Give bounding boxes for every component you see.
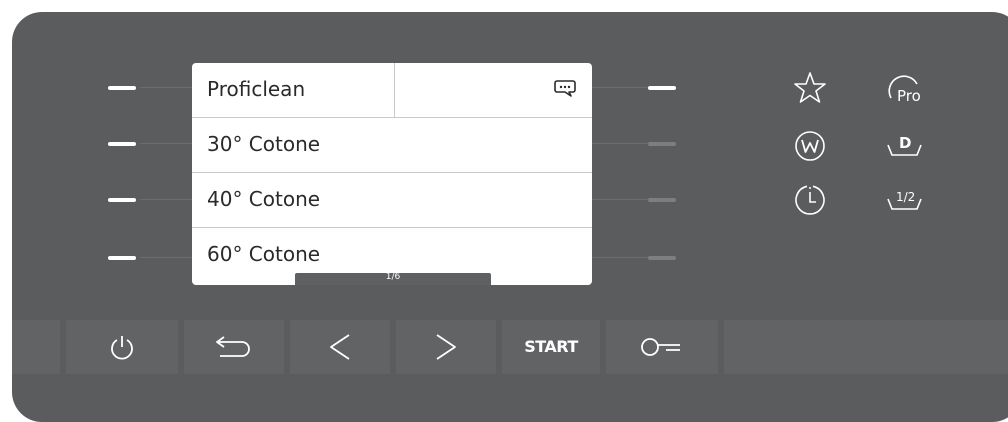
program-row[interactable]: 30° Cotone <box>192 118 592 173</box>
program-label: 30° Cotone <box>207 132 321 156</box>
start-label: START <box>524 337 578 356</box>
pro-icon[interactable]: Pro <box>885 70 935 106</box>
svg-text:D: D <box>899 134 911 152</box>
key-lock-icon <box>641 338 680 356</box>
w-icon[interactable] <box>792 128 828 164</box>
d-icon[interactable]: D <box>885 128 925 164</box>
blank-button-left <box>12 320 60 374</box>
connector-line <box>592 143 648 144</box>
start-button[interactable]: START <box>502 320 600 374</box>
power-icon <box>111 336 133 360</box>
page-indicator: 1/6 <box>385 272 401 282</box>
program-display: Proficlean 30° Cotone 40° Cotone 60° Cot… <box>192 63 592 285</box>
program-label: 40° Cotone <box>207 187 321 211</box>
connector-line <box>140 87 192 88</box>
power-button[interactable] <box>66 320 178 374</box>
back-arrow-icon <box>216 336 250 357</box>
previous-button[interactable] <box>290 320 390 374</box>
next-button[interactable] <box>396 320 496 374</box>
program-label: Proficlean <box>207 77 306 101</box>
back-button[interactable] <box>184 320 284 374</box>
svg-text:Pro: Pro <box>897 87 921 105</box>
left-select-indicator-1[interactable] <box>108 86 136 90</box>
star-icon[interactable] <box>792 70 828 106</box>
left-select-indicator-3[interactable] <box>108 198 136 202</box>
connector-line <box>592 199 648 200</box>
message-icon <box>554 80 576 97</box>
chevron-left-icon <box>330 334 350 360</box>
connector-line <box>592 87 648 88</box>
connector-line <box>140 143 192 144</box>
page-scrollbar: 1/6 <box>295 272 491 285</box>
connector-line <box>140 199 192 200</box>
right-select-indicator-1[interactable] <box>648 86 676 90</box>
program-row[interactable]: Proficlean <box>192 63 592 118</box>
program-row[interactable]: 40° Cotone <box>192 173 592 228</box>
row-divider <box>394 63 395 118</box>
program-label: 60° Cotone <box>207 242 321 266</box>
connector-line <box>140 257 192 258</box>
right-select-indicator-4[interactable] <box>648 256 676 260</box>
chevron-right-icon <box>436 334 456 360</box>
blank-button-right <box>724 320 1008 374</box>
svg-text:1/2: 1/2 <box>896 190 915 204</box>
right-select-indicator-3[interactable] <box>648 198 676 202</box>
left-select-indicator-4[interactable] <box>108 256 136 260</box>
button-bar: START <box>0 320 1008 374</box>
timer-icon[interactable] <box>792 182 828 218</box>
key-lock-button[interactable] <box>606 320 718 374</box>
right-select-indicator-2[interactable] <box>648 142 676 146</box>
left-select-indicator-2[interactable] <box>108 142 136 146</box>
connector-line <box>592 257 648 258</box>
half-load-icon[interactable]: 1/2 <box>885 182 925 218</box>
